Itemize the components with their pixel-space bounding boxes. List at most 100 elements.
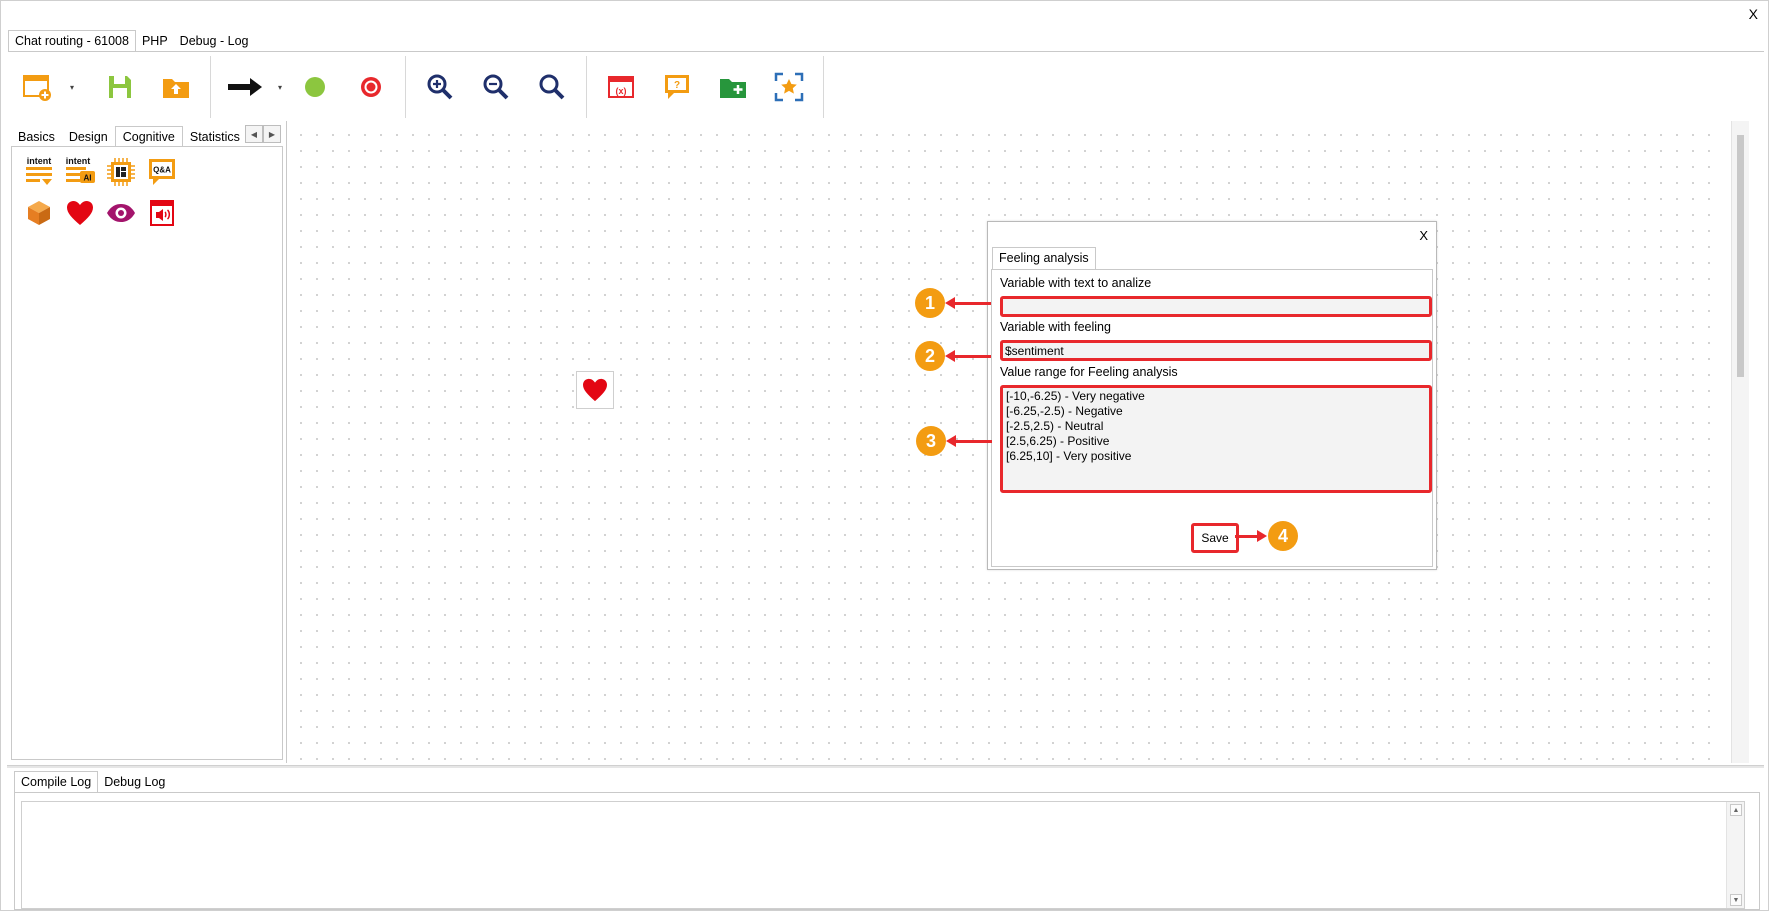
tab-debug-log-panel[interactable]: Debug Log xyxy=(98,772,171,793)
feeling-variable-label: Variable with feeling xyxy=(1000,320,1111,334)
heart-icon xyxy=(583,378,607,402)
end-node-icon xyxy=(361,77,381,97)
annotation-badge-1: 1 xyxy=(915,288,945,318)
tab-debug-log[interactable]: Debug - Log xyxy=(174,31,255,52)
scroll-down-button[interactable]: ▼ xyxy=(1730,894,1742,906)
palette-item-heart[interactable] xyxy=(63,196,97,230)
zoom-reset-icon xyxy=(539,74,565,100)
log-tab-bar: Compile Log Debug Log xyxy=(14,771,171,793)
log-panel: ▲ ▼ xyxy=(14,792,1760,910)
fit-to-screen-icon xyxy=(774,72,804,102)
chevron-down-icon: ▼ xyxy=(1732,896,1740,904)
save-button[interactable]: Save xyxy=(1191,523,1239,553)
chevron-down-icon: ▾ xyxy=(277,82,282,92)
add-folder-icon xyxy=(720,79,746,98)
save-button[interactable] xyxy=(92,59,148,115)
tab-design[interactable]: Design xyxy=(62,127,115,147)
annotation-arrow-3 xyxy=(952,440,992,443)
connector-dropdown[interactable]: ▾ xyxy=(273,59,287,115)
chevron-down-icon: ▾ xyxy=(69,82,74,92)
feeling-variable-input[interactable]: $sentiment xyxy=(1000,340,1432,361)
intent-ai-icon: intent AI xyxy=(66,156,95,183)
zoom-out-icon xyxy=(483,74,509,100)
zoom-reset-button[interactable] xyxy=(524,59,580,115)
tab-feeling-analysis[interactable]: Feeling analysis xyxy=(992,247,1096,269)
value-range-label: Value range for Feeling analysis xyxy=(1000,365,1178,379)
tab-compile-log[interactable]: Compile Log xyxy=(14,771,99,793)
tab-scroll-left-button[interactable]: ◀ xyxy=(245,125,263,143)
arrow-head-icon xyxy=(1257,530,1267,542)
zoom-in-button[interactable] xyxy=(412,59,468,115)
toolbar: ▾ ▾ (x) ? xyxy=(9,55,830,119)
palette-tab-bar: Basics Design Cognitive Statistics xyxy=(11,125,247,147)
arrow-head-icon xyxy=(945,350,955,362)
new-window-icon xyxy=(23,75,51,101)
window-close-button[interactable]: X xyxy=(1749,6,1758,22)
tab-basics[interactable]: Basics xyxy=(11,127,62,147)
fit-to-screen-button[interactable] xyxy=(761,59,817,115)
annotation-badge-3: 3 xyxy=(916,426,946,456)
compile-log-output[interactable]: ▲ ▼ xyxy=(21,801,1745,909)
toolbar-separator xyxy=(85,56,86,118)
chevron-right-icon: ▶ xyxy=(268,129,276,139)
toolbar-separator xyxy=(586,56,587,118)
value-range-textarea[interactable]: [-10,-6.25) - Very negative [-6.25,-2.5)… xyxy=(1000,385,1432,493)
palette-panel: Basics Design Cognitive Statistics ◀ ▶ i… xyxy=(11,121,283,761)
tab-chat-routing[interactable]: Chat routing - 61008 xyxy=(8,30,136,52)
palette-item-speaker[interactable] xyxy=(145,196,179,230)
annotation-badge-2: 2 xyxy=(915,341,945,371)
upload-folder-icon xyxy=(163,79,189,98)
help-chat-button[interactable]: ? xyxy=(649,59,705,115)
tab-scroll-right-button[interactable]: ▶ xyxy=(263,125,281,143)
splitter[interactable] xyxy=(7,765,1764,768)
text-variable-label: Variable with text to analize xyxy=(1000,276,1152,290)
chevron-left-icon: ◀ xyxy=(250,129,258,139)
heart-icon xyxy=(67,201,93,225)
palette-item-processor[interactable] xyxy=(104,155,138,189)
text-variable-input[interactable] xyxy=(1000,296,1432,317)
tab-cognitive[interactable]: Cognitive xyxy=(114,126,183,147)
tab-statistics[interactable]: Statistics xyxy=(183,127,247,147)
connector-button[interactable] xyxy=(217,59,273,115)
open-button[interactable] xyxy=(148,59,204,115)
help-chat-icon: ? xyxy=(665,75,689,99)
intent-caption: intent xyxy=(27,156,52,166)
new-window-button[interactable] xyxy=(9,59,65,115)
new-window-dropdown[interactable]: ▾ xyxy=(65,59,79,115)
variables-icon: (x) xyxy=(608,76,634,98)
annotation-arrow-1 xyxy=(951,302,991,305)
save-icon xyxy=(109,76,131,98)
intent-ai-caption: intent xyxy=(66,156,91,166)
svg-text:?: ? xyxy=(674,80,680,91)
arrow-head-icon xyxy=(946,435,956,447)
scrollbar-thumb[interactable] xyxy=(1737,135,1744,377)
annotation-arrow-2 xyxy=(951,355,991,358)
scroll-up-button[interactable]: ▲ xyxy=(1730,804,1742,816)
app-window: X Chat routing - 61008 PHP Debug - Log ▾ xyxy=(0,0,1769,911)
palette-item-eye[interactable] xyxy=(104,196,138,230)
qna-caption: Q&A xyxy=(153,166,171,175)
canvas-vertical-scrollbar[interactable] xyxy=(1731,121,1749,763)
top-tab-bar: Chat routing - 61008 PHP Debug - Log xyxy=(8,30,254,52)
dialog-close-button[interactable]: X xyxy=(1419,228,1428,243)
processor-chip-icon xyxy=(107,158,135,186)
intent-ai-badge: AI xyxy=(84,174,92,183)
qna-icon: Q&A xyxy=(149,159,175,185)
variables-button[interactable]: (x) xyxy=(593,59,649,115)
arrow-right-icon xyxy=(228,78,262,96)
dialog-body: Variable with text to analize Variable w… xyxy=(991,269,1433,567)
tab-php[interactable]: PHP xyxy=(136,31,174,52)
add-folder-button[interactable] xyxy=(705,59,761,115)
palette-content: intent intent AI Q&A xyxy=(11,146,283,760)
palette-item-package[interactable] xyxy=(22,196,56,230)
eye-icon xyxy=(107,204,135,222)
palette-item-intent-ai[interactable]: intent AI xyxy=(63,155,97,189)
log-vertical-scrollbar[interactable]: ▲ ▼ xyxy=(1726,802,1744,908)
package-box-icon xyxy=(28,201,50,225)
canvas-node-feeling-analysis[interactable] xyxy=(576,371,614,409)
end-node-button[interactable] xyxy=(343,59,399,115)
start-node-button[interactable] xyxy=(287,59,343,115)
palette-item-intent[interactable]: intent xyxy=(22,155,56,189)
zoom-out-button[interactable] xyxy=(468,59,524,115)
palette-item-qna[interactable]: Q&A xyxy=(145,155,179,189)
